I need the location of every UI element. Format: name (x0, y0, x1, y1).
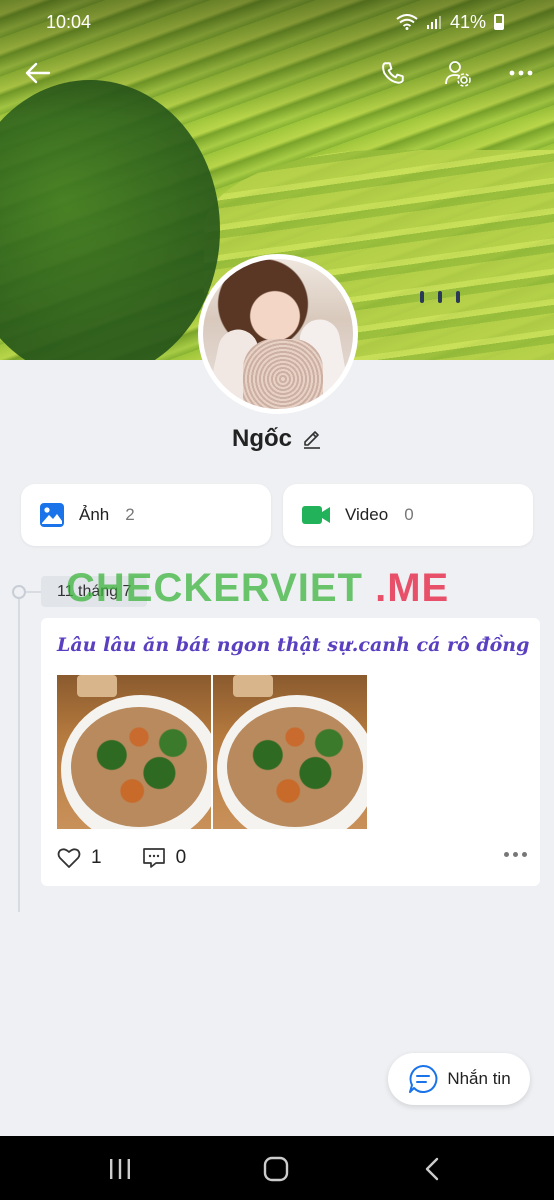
chevron-left-icon (425, 1157, 439, 1181)
like-button[interactable]: 1 (57, 847, 102, 869)
videos-label: Video (345, 505, 389, 524)
recent-apps-button[interactable] (100, 1154, 140, 1184)
photos-count: 2 (125, 505, 135, 524)
more-horizontal-icon (509, 70, 533, 76)
home-icon (263, 1156, 289, 1182)
timeline-dot (12, 585, 26, 599)
message-label: Nhắn tin (447, 1069, 511, 1088)
comment-icon (142, 848, 165, 868)
more-dot (504, 852, 509, 857)
profile-settings-button[interactable] (440, 55, 476, 91)
status-bar: 10:04 41% (46, 10, 504, 34)
back-button[interactable] (20, 55, 56, 91)
post-photo[interactable] (213, 675, 367, 829)
photo-detail (233, 675, 273, 697)
video-icon (302, 506, 330, 524)
post-more-button[interactable] (504, 852, 527, 857)
arrow-left-icon (25, 62, 51, 84)
more-options-button[interactable] (503, 55, 539, 91)
photos-label: Ảnh (79, 505, 110, 524)
more-dot (522, 852, 527, 857)
photo-detail (71, 707, 207, 827)
watermark-part1: CHECKERVIET (66, 566, 363, 610)
battery-percent: 41% (449, 11, 486, 32)
user-settings-icon (445, 61, 471, 87)
photo-detail (227, 707, 363, 827)
media-cards: Ảnh 2 Video 0 (21, 484, 533, 546)
comment-button[interactable]: 0 (142, 846, 187, 870)
timeline-connector (26, 591, 42, 593)
message-button[interactable]: Nhắn tin (388, 1053, 530, 1105)
like-count: 1 (91, 847, 102, 868)
comment-count: 0 (175, 847, 187, 868)
avatar-detail (243, 339, 323, 409)
watermark-part2: .ME (375, 566, 450, 610)
back-nav-button[interactable] (412, 1154, 452, 1184)
signal-icon (426, 16, 441, 29)
post-text: Lâu lâu ăn bát ngon thật sự.canh cá rô đ… (57, 634, 530, 656)
status-time: 10:04 (46, 11, 92, 32)
timeline-line (18, 592, 20, 912)
cover-people (420, 290, 490, 306)
top-navigation (0, 55, 554, 95)
videos-count: 0 (404, 505, 414, 524)
profile-name: Ngốc (232, 425, 292, 452)
system-navigation-bar (0, 1136, 554, 1200)
cover-hill (0, 80, 220, 360)
chat-bubble-icon (409, 1064, 438, 1093)
pencil-icon[interactable] (302, 429, 322, 449)
recent-apps-icon (110, 1159, 130, 1179)
heart-icon (57, 848, 81, 868)
post-card[interactable]: Lâu lâu ăn bát ngon thật sự.canh cá rô đ… (41, 618, 540, 886)
watermark: CHECKERVIET .ME (66, 566, 449, 611)
photo-detail (77, 675, 117, 697)
photos-card[interactable]: Ảnh 2 (21, 484, 271, 546)
wifi-icon (396, 14, 418, 30)
image-icon (40, 503, 64, 527)
avatar[interactable] (198, 254, 358, 414)
phone-icon (382, 62, 404, 84)
home-button[interactable] (256, 1154, 296, 1184)
battery-icon (494, 14, 504, 30)
more-dot (513, 852, 518, 857)
profile-name-row: Ngốc (0, 425, 554, 453)
post-photo[interactable] (57, 675, 211, 829)
call-button[interactable] (375, 55, 411, 91)
post-actions: 1 0 (57, 846, 527, 870)
post-photos (57, 675, 367, 829)
videos-card[interactable]: Video 0 (283, 484, 533, 546)
